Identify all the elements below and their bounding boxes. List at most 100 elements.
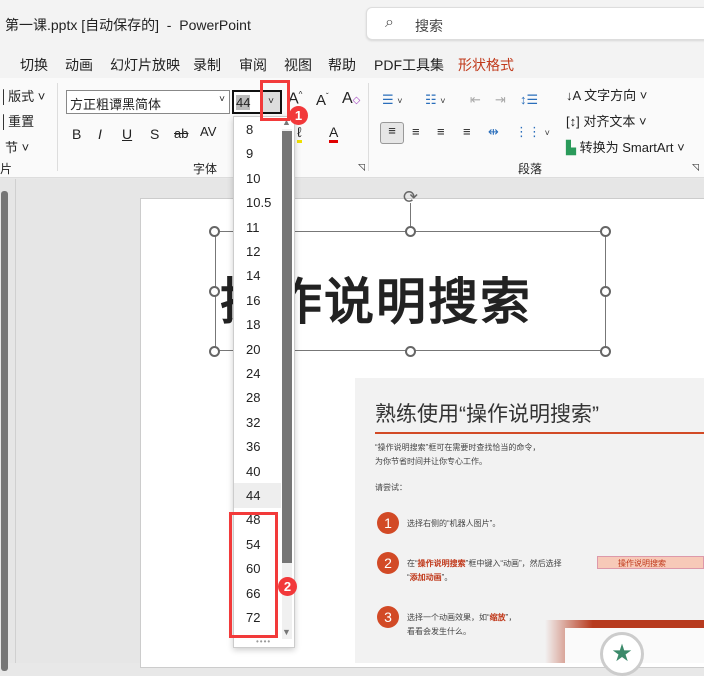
reset-label: 重置	[8, 114, 35, 129]
layout-label: 版式	[8, 89, 35, 104]
strikethrough-button[interactable]: ab	[174, 126, 188, 141]
align-center-icon[interactable]: ≡	[412, 124, 420, 139]
step-2-badge: 2	[377, 552, 399, 574]
font-size-option[interactable]: 24	[234, 361, 281, 386]
reset-button[interactable]: │重置	[0, 111, 34, 130]
annotation-box-2	[229, 512, 278, 638]
bullets-icon[interactable]: ☰ ˅	[382, 92, 403, 108]
preview-title: 熟练使用“操作说明搜索”	[375, 403, 599, 426]
search-box[interactable]: ⌕ 搜索	[366, 7, 704, 40]
preview-line1: “操作说明搜索”框可在需要时查找恰当的命令，	[375, 443, 541, 452]
step-3-badge: 3	[377, 606, 399, 628]
font-name-combo[interactable]: 方正粗谭黑简体 ˅	[66, 90, 230, 114]
ribbon: │版式 ˅ │重置 节 ˅ 片 方正粗谭黑简体 ˅ 44 ˅ A^ Aˇ A◇ B…	[0, 78, 704, 178]
section-label: 节	[5, 140, 19, 155]
shadow-button[interactable]: S	[150, 126, 159, 142]
smartart-label: 转换为 SmartArt	[579, 140, 674, 155]
font-size-option[interactable]: 32	[234, 410, 281, 435]
scrollbar-thumb[interactable]	[282, 131, 292, 563]
highlight-color-icon[interactable]: ℓ	[297, 124, 302, 143]
layout-button[interactable]: │版式 ˅	[0, 86, 45, 105]
search-icon: ⌕	[385, 14, 394, 31]
step-2-text: 在“操作说明搜索”框中键入“动画”，然后选择	[407, 559, 562, 568]
font-size-option[interactable]: 28	[234, 385, 281, 410]
font-size-option[interactable]: 18	[234, 312, 281, 337]
align-right-icon[interactable]: ≡	[437, 124, 445, 139]
underline-button[interactable]: U	[122, 126, 132, 142]
section-button[interactable]: 节 ˅	[5, 137, 29, 156]
numbering-icon[interactable]: ☷ ˅	[425, 92, 446, 108]
distributed-icon[interactable]: ⇹	[488, 124, 499, 140]
tab-animations[interactable]: 动画	[65, 55, 93, 75]
star-icon: ★	[600, 632, 644, 676]
window-title: 第一课.pptx [自动保存的] - PowerPoint	[5, 17, 251, 33]
italic-button[interactable]: I	[98, 126, 102, 142]
align-text-button[interactable]: [↕] 对齐文本 ˅	[566, 111, 647, 130]
font-size-option[interactable]: 10.5	[234, 190, 281, 215]
preview-line2: 为你节省时间并让你专心工作。	[375, 457, 487, 466]
clear-formatting-icon[interactable]: A◇	[342, 90, 360, 108]
step-2-text-2: “添加动画”。	[407, 573, 453, 582]
slides-group-label: 片	[0, 162, 13, 176]
increase-indent-icon[interactable]: ⇥	[495, 92, 506, 108]
font-size-value[interactable]: 44	[236, 95, 251, 110]
chevron-down-icon: ˅	[219, 94, 225, 105]
font-size-option[interactable]: 9	[234, 141, 281, 166]
scroll-down-arrow-icon[interactable]: ▼	[282, 627, 291, 637]
align-text-icon: [↕]	[566, 114, 580, 129]
decrease-indent-icon[interactable]: ⇤	[470, 92, 481, 108]
tab-transitions[interactable]: 切换	[20, 55, 48, 75]
font-size-option[interactable]: 36	[234, 434, 281, 459]
font-size-option[interactable]: 40	[234, 459, 281, 484]
font-size-option[interactable]: 20	[234, 337, 281, 362]
resize-grip-icon[interactable]: ••••	[256, 637, 271, 646]
step-1-text: 选择右侧的“机器人图片”。	[407, 519, 501, 528]
tab-pdf-tools[interactable]: PDF工具集	[374, 55, 444, 75]
font-size-option[interactable]: 14	[234, 263, 281, 288]
align-left-button[interactable]: ≡	[380, 122, 404, 144]
text-direction-label: 文字方向	[584, 88, 637, 103]
bold-button[interactable]: B	[72, 126, 81, 142]
animation-screenshot: ★	[545, 620, 704, 676]
tab-shape-format[interactable]: 形状格式	[458, 55, 514, 75]
tab-slideshow[interactable]: 幻灯片放映	[110, 55, 180, 75]
annotation-badge-2: 2	[278, 577, 297, 596]
text-direction-button[interactable]: ↓A 文字方向 ˅	[566, 85, 647, 104]
search-placeholder: 搜索	[415, 18, 443, 34]
tab-help[interactable]: 帮助	[328, 55, 356, 75]
convert-smartart-button[interactable]: ▙ 转换为 SmartArt ˅	[566, 137, 685, 156]
step-3-text: 选择一个动画效果，如“缩放”，	[407, 613, 517, 622]
justify-icon[interactable]: ≡	[463, 124, 471, 139]
align-text-label: 对齐文本	[583, 114, 636, 129]
title-bar: 第一课.pptx [自动保存的] - PowerPoint ⌕ 搜索	[0, 0, 704, 48]
text-direction-icon: ↓A	[566, 88, 581, 103]
font-size-option[interactable]: 44	[234, 483, 281, 508]
dialog-launcher-icon[interactable]: ◹	[358, 162, 365, 173]
thumbnail-scrollbar[interactable]	[0, 179, 9, 671]
font-size-option[interactable]: 16	[234, 288, 281, 313]
ribbon-tabs: 切换 动画 幻灯片放映 录制 审阅 视图 帮助 PDF工具集 形状格式	[0, 48, 704, 78]
font-size-option[interactable]: 10	[234, 166, 281, 191]
paragraph-launcher-icon[interactable]: ◹	[692, 162, 699, 173]
step-3-text-2: 看看会发生什么。	[407, 627, 471, 636]
smartart-icon: ▙	[566, 140, 576, 155]
annotation-badge-1: 1	[289, 106, 308, 125]
shrink-font-icon[interactable]: Aˇ	[316, 92, 329, 109]
annotation-box-1	[260, 80, 290, 121]
columns-icon[interactable]: ⋮⋮ ˅	[515, 124, 550, 140]
character-spacing-button[interactable]: AV	[200, 124, 216, 139]
paragraph-group-label: 段落	[518, 162, 543, 176]
line-spacing-icon[interactable]: ↕☰	[520, 92, 538, 108]
preview-try: 请尝试：	[375, 483, 407, 492]
font-group-label: 字体	[193, 162, 218, 176]
preview-search-box: 操作说明搜索	[597, 556, 704, 569]
tab-review[interactable]: 审阅	[239, 55, 267, 75]
font-name-value: 方正粗谭黑简体	[70, 97, 162, 112]
tab-record[interactable]: 录制	[193, 55, 221, 75]
font-size-option[interactable]: 12	[234, 239, 281, 264]
font-size-option[interactable]: 11	[234, 215, 281, 240]
tab-view[interactable]: 视图	[284, 55, 312, 75]
font-color-button[interactable]: A	[329, 124, 339, 143]
instruction-slide-image: 熟练使用“操作说明搜索” “操作说明搜索”框可在需要时查找恰当的命令， 为你节省…	[355, 378, 704, 676]
step-1-badge: 1	[377, 512, 399, 534]
